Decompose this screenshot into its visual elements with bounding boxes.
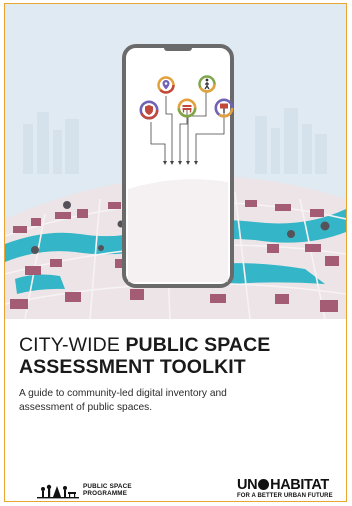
cover-illustration <box>5 4 346 319</box>
location-pin-icon <box>157 76 175 94</box>
un-name-b: HABITAT <box>270 477 329 493</box>
un-name-a: UN <box>237 477 258 493</box>
shield-icon <box>139 100 159 120</box>
title-bold-line1: PUBLIC SPACE <box>125 334 271 356</box>
psp-logo-text: PUBLIC SPACE PROGRAMME <box>83 483 132 497</box>
un-tagline: FOR A BETTER URBAN FUTURE <box>237 493 333 499</box>
report-cover: CITY-WIDE PUBLIC SPACE ASSESSMENT TOOLKI… <box>4 3 347 502</box>
title-light: CITY-WIDE <box>19 334 126 356</box>
un-habitat-logo: UN HABITAT FOR A BETTER URBAN FUTURE <box>237 477 346 500</box>
sign-icon <box>214 98 234 118</box>
bench-icon <box>177 98 197 118</box>
title-bold-line2: ASSESSMENT TOOLKIT <box>19 356 246 378</box>
cover-title: CITY-WIDE PUBLIC SPACE ASSESSMENT TOOLKI… <box>19 334 339 378</box>
subtitle-line2: assessment of public spaces. <box>19 401 153 413</box>
un-globe-icon <box>258 479 270 490</box>
cover-subtitle: A guide to community-led digital invento… <box>19 387 319 414</box>
person-walking-icon <box>198 75 216 93</box>
psp-line2: PROGRAMME <box>83 489 128 497</box>
subtitle-line1: A guide to community-led digital invento… <box>19 388 227 399</box>
